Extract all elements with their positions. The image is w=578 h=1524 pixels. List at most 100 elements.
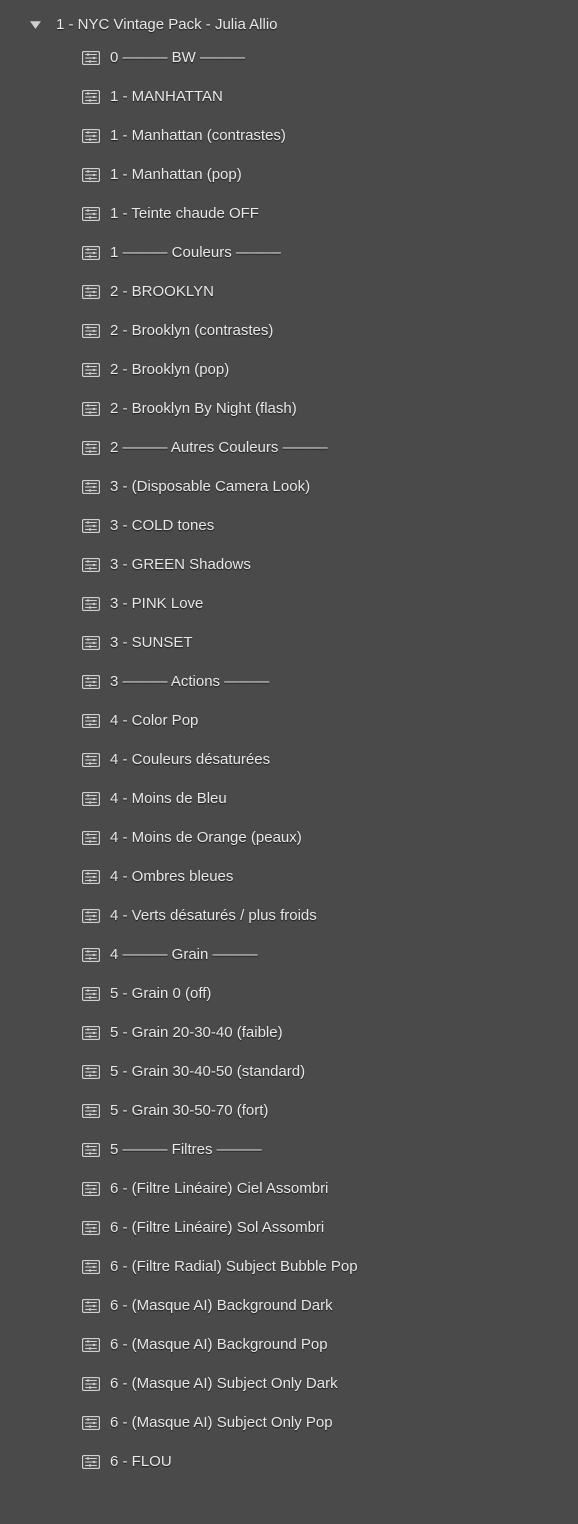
disclosure-triangle-down-icon[interactable] xyxy=(28,17,42,31)
preset-item-label: 3 - GREEN Shadows xyxy=(110,556,251,573)
preset-item-label: 6 - (Masque AI) Subject Only Pop xyxy=(110,1414,333,1431)
preset-folder-label: 1 - NYC Vintage Pack - Julia Allio xyxy=(56,16,278,33)
preset-item-label: 6 - FLOU xyxy=(110,1453,172,1470)
preset-item[interactable]: 1 ——— Couleurs ——— xyxy=(0,233,578,272)
preset-sliders-icon xyxy=(82,441,100,455)
preset-item[interactable]: 5 - Grain 30-50-70 (fort) xyxy=(0,1091,578,1130)
preset-item[interactable]: 0 ——— BW ——— xyxy=(0,38,578,77)
preset-item[interactable]: 4 - Ombres bleues xyxy=(0,857,578,896)
preset-sliders-icon xyxy=(82,207,100,221)
preset-item[interactable]: 2 ——— Autres Couleurs ——— xyxy=(0,428,578,467)
preset-item-label: 3 - COLD tones xyxy=(110,517,214,534)
preset-item[interactable]: 4 - Moins de Orange (peaux) xyxy=(0,818,578,857)
preset-item[interactable]: 3 ——— Actions ——— xyxy=(0,662,578,701)
preset-item[interactable]: 1 - Teinte chaude OFF xyxy=(0,194,578,233)
preset-sliders-icon xyxy=(82,753,100,767)
preset-item[interactable]: 4 - Color Pop xyxy=(0,701,578,740)
preset-item-label: 2 - BROOKLYN xyxy=(110,283,214,300)
preset-sliders-icon xyxy=(82,792,100,806)
preset-sliders-icon xyxy=(82,987,100,1001)
preset-item[interactable]: 2 - Brooklyn By Night (flash) xyxy=(0,389,578,428)
preset-sliders-icon xyxy=(82,324,100,338)
preset-sliders-icon xyxy=(82,1182,100,1196)
preset-sliders-icon xyxy=(82,519,100,533)
preset-item-label: 6 - (Filtre Linéaire) Sol Assombri xyxy=(110,1219,324,1236)
preset-sliders-icon xyxy=(82,1377,100,1391)
preset-item[interactable]: 6 - (Filtre Radial) Subject Bubble Pop xyxy=(0,1247,578,1286)
preset-item[interactable]: 5 - Grain 20-30-40 (faible) xyxy=(0,1013,578,1052)
preset-item-label: 4 - Moins de Orange (peaux) xyxy=(110,829,302,846)
preset-item[interactable]: 6 - (Masque AI) Subject Only Pop xyxy=(0,1403,578,1442)
preset-item[interactable]: 2 - BROOKLYN xyxy=(0,272,578,311)
preset-item-label: 2 - Brooklyn (contrastes) xyxy=(110,322,273,339)
preset-sliders-icon xyxy=(82,831,100,845)
preset-item[interactable]: 4 - Verts désaturés / plus froids xyxy=(0,896,578,935)
preset-item-label: 4 - Moins de Bleu xyxy=(110,790,227,807)
preset-item-label: 5 - Grain 20-30-40 (faible) xyxy=(110,1024,283,1041)
preset-sliders-icon xyxy=(82,402,100,416)
preset-item-label: 5 ——— Filtres ——— xyxy=(110,1141,262,1158)
preset-sliders-icon xyxy=(82,129,100,143)
preset-item[interactable]: 6 - (Filtre Linéaire) Sol Assombri xyxy=(0,1208,578,1247)
preset-sliders-icon xyxy=(82,909,100,923)
preset-sliders-icon xyxy=(82,1221,100,1235)
preset-sliders-icon xyxy=(82,1416,100,1430)
preset-sliders-icon xyxy=(82,1104,100,1118)
preset-sliders-icon xyxy=(82,363,100,377)
preset-item[interactable]: 6 - (Filtre Linéaire) Ciel Assombri xyxy=(0,1169,578,1208)
preset-folder-row[interactable]: 1 - NYC Vintage Pack - Julia Allio xyxy=(0,10,578,38)
preset-item[interactable]: 3 - PINK Love xyxy=(0,584,578,623)
preset-sliders-icon xyxy=(82,168,100,182)
preset-item[interactable]: 6 - (Masque AI) Background Pop xyxy=(0,1325,578,1364)
preset-item[interactable]: 1 - Manhattan (pop) xyxy=(0,155,578,194)
preset-sliders-icon xyxy=(82,1065,100,1079)
preset-item[interactable]: 3 - GREEN Shadows xyxy=(0,545,578,584)
preset-item-label: 1 - Manhattan (pop) xyxy=(110,166,242,183)
preset-sliders-icon xyxy=(82,636,100,650)
preset-item[interactable]: 5 - Grain 30-40-50 (standard) xyxy=(0,1052,578,1091)
preset-item-label: 6 - (Masque AI) Background Dark xyxy=(110,1297,333,1314)
preset-item-label: 6 - (Filtre Radial) Subject Bubble Pop xyxy=(110,1258,358,1275)
preset-sliders-icon xyxy=(82,948,100,962)
preset-item[interactable]: 4 - Couleurs désaturées xyxy=(0,740,578,779)
preset-sliders-icon xyxy=(82,597,100,611)
preset-item-label: 3 - PINK Love xyxy=(110,595,203,612)
preset-item[interactable]: 1 - MANHATTAN xyxy=(0,77,578,116)
preset-item[interactable]: 5 - Grain 0 (off) xyxy=(0,974,578,1013)
preset-item[interactable]: 5 ——— Filtres ——— xyxy=(0,1130,578,1169)
preset-item-label: 6 - (Filtre Linéaire) Ciel Assombri xyxy=(110,1180,328,1197)
preset-item[interactable]: 1 - Manhattan (contrastes) xyxy=(0,116,578,155)
preset-item[interactable]: 3 - COLD tones xyxy=(0,506,578,545)
preset-item[interactable]: 2 - Brooklyn (pop) xyxy=(0,350,578,389)
preset-item[interactable]: 6 - FLOU xyxy=(0,1442,578,1481)
preset-item-label: 1 - Manhattan (contrastes) xyxy=(110,127,286,144)
preset-item-label: 0 ——— BW ——— xyxy=(110,49,245,66)
preset-item[interactable]: 6 - (Masque AI) Subject Only Dark xyxy=(0,1364,578,1403)
preset-item-label: 4 - Color Pop xyxy=(110,712,198,729)
preset-sliders-icon xyxy=(82,870,100,884)
preset-item[interactable]: 4 - Moins de Bleu xyxy=(0,779,578,818)
preset-item[interactable]: 3 - (Disposable Camera Look) xyxy=(0,467,578,506)
preset-sliders-icon xyxy=(82,1143,100,1157)
preset-sliders-icon xyxy=(82,558,100,572)
preset-sliders-icon xyxy=(82,480,100,494)
preset-item-label: 1 - Teinte chaude OFF xyxy=(110,205,259,222)
preset-item-label: 6 - (Masque AI) Background Pop xyxy=(110,1336,328,1353)
preset-list: 0 ——— BW ——— 1 - MANHATTAN xyxy=(0,38,578,1481)
preset-item-label: 2 ——— Autres Couleurs ——— xyxy=(110,439,328,456)
preset-item-label: 4 ——— Grain ——— xyxy=(110,946,258,963)
preset-item[interactable]: 3 - SUNSET xyxy=(0,623,578,662)
preset-item-label: 3 ——— Actions ——— xyxy=(110,673,269,690)
preset-panel: 1 - NYC Vintage Pack - Julia Allio 0 ———… xyxy=(0,0,578,1491)
preset-item-label: 5 - Grain 30-40-50 (standard) xyxy=(110,1063,305,1080)
preset-sliders-icon xyxy=(82,1260,100,1274)
preset-item[interactable]: 6 - (Masque AI) Background Dark xyxy=(0,1286,578,1325)
preset-sliders-icon xyxy=(82,51,100,65)
preset-item[interactable]: 2 - Brooklyn (contrastes) xyxy=(0,311,578,350)
preset-sliders-icon xyxy=(82,1026,100,1040)
preset-item-label: 4 - Couleurs désaturées xyxy=(110,751,270,768)
preset-sliders-icon xyxy=(82,1338,100,1352)
preset-item-label: 2 - Brooklyn (pop) xyxy=(110,361,229,378)
preset-item[interactable]: 4 ——— Grain ——— xyxy=(0,935,578,974)
preset-item-label: 3 - (Disposable Camera Look) xyxy=(110,478,310,495)
